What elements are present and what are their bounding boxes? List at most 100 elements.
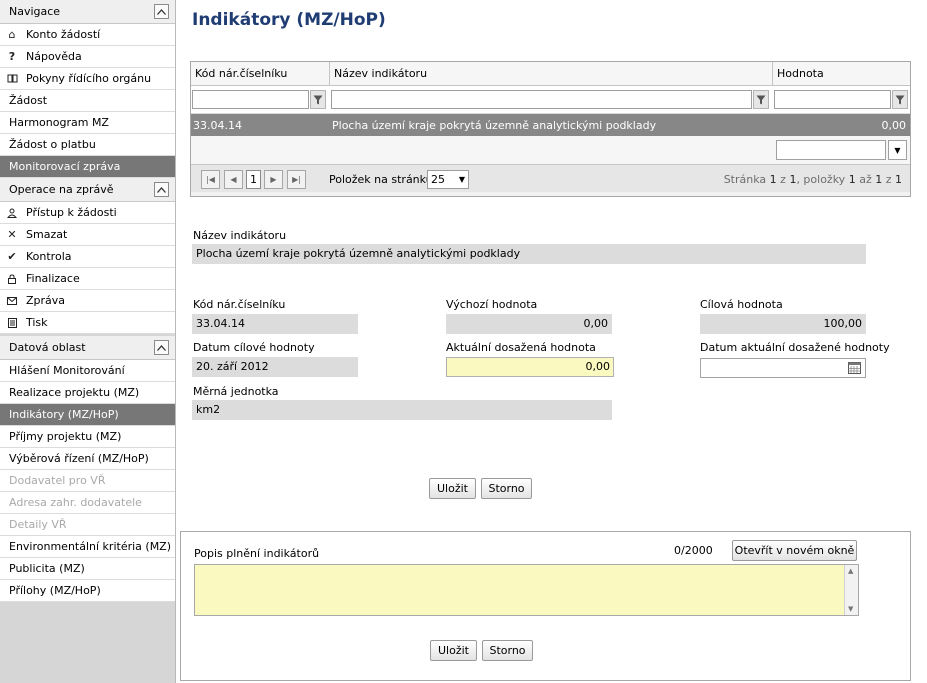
sidebar-item-hlaseni[interactable]: Hlášení Monitorování xyxy=(0,360,175,382)
scroll-down-icon[interactable]: ▼ xyxy=(848,605,853,613)
sidebar-item-prijmy[interactable]: Příjmy projektu (MZ) xyxy=(0,426,175,448)
prev-page-icon[interactable]: ◀ xyxy=(224,170,243,189)
data-section-title: Datová oblast xyxy=(9,341,86,354)
sidebar: Navigace ⌂ Konto žádostí ? Nápověda Poky… xyxy=(0,0,176,683)
filter-icon[interactable] xyxy=(753,90,769,109)
save-button[interactable]: Uložit xyxy=(429,478,476,499)
chevron-down-icon[interactable]: ▼ xyxy=(888,140,907,160)
check-icon: ✔ xyxy=(7,250,17,263)
user-icon xyxy=(6,208,18,218)
sidebar-item-label: Výběrová řízení (MZ/HoP) xyxy=(9,452,149,465)
sidebar-item-vyberova-rizeni[interactable]: Výběrová řízení (MZ/HoP) xyxy=(0,448,175,470)
sidebar-item-realizace[interactable]: Realizace projektu (MZ) xyxy=(0,382,175,404)
start-value-label: Výchozí hodnota xyxy=(446,298,538,311)
actual-date-label: Datum aktuální dosažené hodnoty xyxy=(700,341,890,354)
name-label: Název indikátoru xyxy=(193,229,287,242)
indicator-grid: Kód nár.číselníku Název indikátoru Hodno… xyxy=(190,61,911,197)
sidebar-item-harmonogram[interactable]: Harmonogram MZ xyxy=(0,112,175,134)
new-row-input[interactable] xyxy=(776,140,886,160)
sidebar-item-label: Publicita (MZ) xyxy=(9,562,85,575)
page-number-input[interactable]: 1 xyxy=(246,170,261,189)
grid-pager: |◀ ◀ 1 ▶ ▶| Položek na stránku 25 ▼ Strán… xyxy=(191,164,910,192)
description-textarea[interactable]: ▲ ▼ xyxy=(194,564,859,616)
main-content: Indikátory (MZ/HoP) Kód nár.číselníku Ná… xyxy=(176,0,927,683)
actual-date-input[interactable] xyxy=(700,358,866,378)
sidebar-item-konto[interactable]: ⌂ Konto žádostí xyxy=(0,24,175,46)
unit-label: Měrná jednotka xyxy=(193,385,279,398)
calendar-icon[interactable] xyxy=(848,362,861,374)
first-page-icon[interactable]: |◀ xyxy=(201,170,220,189)
book-icon xyxy=(6,74,18,83)
home-icon: ⌂ xyxy=(8,28,16,41)
sidebar-item-label: Hlášení Monitorování xyxy=(9,364,125,377)
envelope-icon xyxy=(6,296,18,305)
sidebar-item-label: Žádost o platbu xyxy=(9,138,96,151)
cell-name: Plocha území kraje pokrytá územně analyt… xyxy=(332,118,657,132)
sidebar-item-label: Žádost xyxy=(9,94,48,107)
sidebar-item-pokyny[interactable]: Pokyny řídícího orgánu xyxy=(0,68,175,90)
textarea-scrollbar[interactable]: ▲ ▼ xyxy=(844,565,858,615)
sidebar-item-label: Přístup k žádosti xyxy=(26,206,117,219)
actual-value-input[interactable]: 0,00 xyxy=(446,357,614,377)
description-panel: Popis plnění indikátorů 0/2000 Otevřít v… xyxy=(180,531,911,681)
sidebar-item-pristup[interactable]: Přístup k žádosti xyxy=(0,202,175,224)
next-page-icon[interactable]: ▶ xyxy=(264,170,283,189)
sidebar-item-tisk[interactable]: Tisk xyxy=(0,312,175,334)
nav-section-header[interactable]: Navigace xyxy=(0,0,175,24)
start-value: 0,00 xyxy=(446,314,612,334)
cancel-button[interactable]: Storno xyxy=(481,478,532,499)
name-value: Plocha území kraje pokrytá územně analyt… xyxy=(192,244,866,264)
chevron-up-icon[interactable] xyxy=(154,182,169,197)
column-header-value[interactable]: Hodnota xyxy=(773,62,910,85)
sidebar-item-label: Konto žádostí xyxy=(26,28,101,41)
sidebar-item-prilohy[interactable]: Přílohy (MZ/HoP) xyxy=(0,580,175,602)
description-cancel-button[interactable]: Storno xyxy=(482,640,533,661)
filter-icon[interactable] xyxy=(892,90,908,109)
column-header-code[interactable]: Kód nár.číselníku xyxy=(191,62,330,85)
chevron-up-icon[interactable] xyxy=(154,4,169,19)
sidebar-item-finalizace[interactable]: Finalizace xyxy=(0,268,175,290)
description-label: Popis plnění indikátorů xyxy=(194,547,320,560)
actual-value-label: Aktuální dosažená hodnota xyxy=(446,341,596,354)
sidebar-item-indikatory[interactable]: Indikátory (MZ/HoP) xyxy=(0,404,175,426)
column-header-name[interactable]: Název indikátoru xyxy=(330,62,773,85)
delete-icon: ✕ xyxy=(7,228,17,241)
character-counter: 0/2000 xyxy=(674,544,713,557)
sidebar-item-label: Finalizace xyxy=(26,272,80,285)
cell-code: 33.04.14 xyxy=(193,118,242,132)
description-save-button[interactable]: Uložit xyxy=(430,640,477,661)
print-icon xyxy=(6,317,18,328)
page-size-select[interactable]: 25 ▼ xyxy=(427,170,469,189)
sidebar-item-zadost-platba[interactable]: Žádost o platbu xyxy=(0,134,175,156)
sidebar-item-label: Environmentální kritéria (MZ) xyxy=(9,540,172,553)
sidebar-item-label: Smazat xyxy=(26,228,68,241)
page-title: Indikátory (MZ/HoP) xyxy=(192,10,386,30)
page-size-value: 25 xyxy=(431,173,445,186)
ops-section-title: Operace na zprávě xyxy=(9,183,114,196)
data-section-header[interactable]: Datová oblast xyxy=(0,336,175,360)
sidebar-item-environmentalni[interactable]: Environmentální kritéria (MZ) xyxy=(0,536,175,558)
nav-section-title: Navigace xyxy=(9,5,61,18)
sidebar-item-publicita[interactable]: Publicita (MZ) xyxy=(0,558,175,580)
target-value-label: Cílová hodnota xyxy=(700,298,783,311)
filter-input-value[interactable] xyxy=(774,90,891,109)
sidebar-item-monitorovaci-zprava[interactable]: Monitorovací zpráva xyxy=(0,156,175,178)
last-page-icon[interactable]: ▶| xyxy=(287,170,306,189)
lock-icon xyxy=(6,273,18,284)
filter-icon[interactable] xyxy=(310,90,326,109)
sidebar-item-kontrola[interactable]: ✔ Kontrola xyxy=(0,246,175,268)
sidebar-item-zadost[interactable]: Žádost xyxy=(0,90,175,112)
ops-section-header[interactable]: Operace na zprávě xyxy=(0,178,175,202)
table-row[interactable]: 33.04.14 Plocha území kraje pokrytá územ… xyxy=(191,114,910,136)
sidebar-item-napoveda[interactable]: ? Nápověda xyxy=(0,46,175,68)
sidebar-item-smazat[interactable]: ✕ Smazat xyxy=(0,224,175,246)
sidebar-item-zprava[interactable]: Zpráva xyxy=(0,290,175,312)
open-new-window-button[interactable]: Otevřít v novém okně xyxy=(732,540,857,561)
scroll-up-icon[interactable]: ▲ xyxy=(848,567,853,575)
grid-insert-row: ▼ xyxy=(191,136,910,164)
chevron-up-icon[interactable] xyxy=(154,340,169,355)
code-value: 33.04.14 xyxy=(192,314,358,334)
filter-input-code[interactable] xyxy=(192,90,309,109)
grid-header: Kód nár.číselníku Název indikátoru Hodno… xyxy=(191,62,910,86)
filter-input-name[interactable] xyxy=(331,90,752,109)
